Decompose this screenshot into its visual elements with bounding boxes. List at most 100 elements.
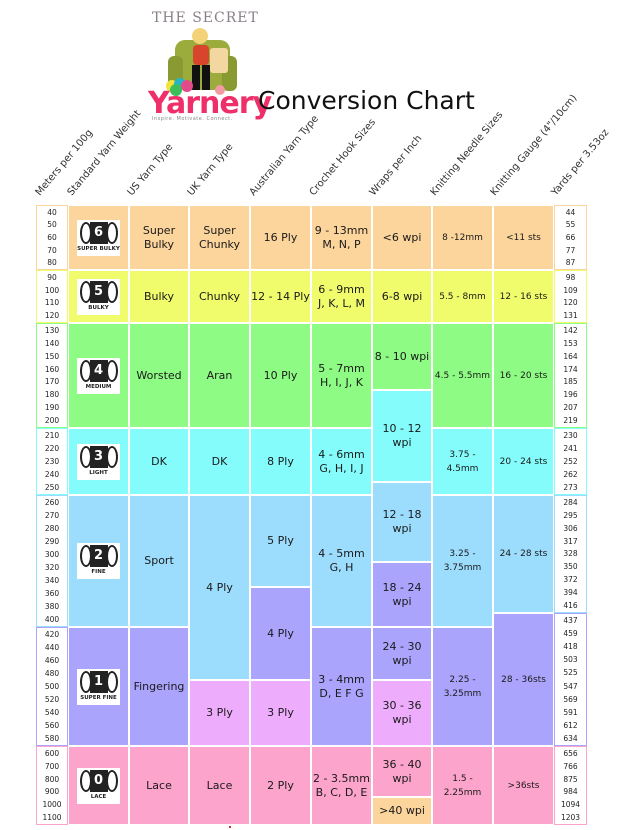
au-yarn-type: 3 Ply <box>250 680 311 746</box>
uk-yarn-type-text: 4 Ply <box>206 580 233 594</box>
weight-number: 3 <box>89 445 108 468</box>
yards-list-value: 350 <box>563 562 578 572</box>
knitting-gauge: 12 - 16 sts <box>493 270 554 323</box>
wpi-cell-text: 10 - 12 wpi <box>382 422 422 449</box>
meters-list-value: 200 <box>44 416 60 426</box>
yarn-weight-symbol-icon: 2 FINE <box>77 543 120 579</box>
meters-list-value: 110 <box>44 298 60 308</box>
meters-list-value: 230 <box>44 457 60 466</box>
meters-list-value: 50 <box>47 220 57 230</box>
meters-list-value: 800 <box>44 774 60 784</box>
meters-list: 420 440 460 480 500 520 540 560 580 <box>36 627 68 746</box>
au-yarn-type: 2 Ply <box>250 746 311 825</box>
yards-list-value: 437 <box>563 616 578 626</box>
yarn-weight-cell: 4 MEDIUM <box>68 323 129 428</box>
wpi-cell: 8 - 10 wpi <box>372 323 432 390</box>
meters-list-value: 250 <box>44 483 60 492</box>
wpi-cell: 6-8 wpi <box>372 270 432 323</box>
au-yarn-type-text: 3 Ply <box>267 706 294 719</box>
yards-list-value: 418 <box>563 642 578 652</box>
us-yarn-type-text: Fingering <box>133 679 185 693</box>
yards-list-value: 569 <box>563 694 578 704</box>
meters-list-value: 1100 <box>42 813 62 823</box>
yards-list-value: 984 <box>563 787 578 797</box>
yards-list-value: 131 <box>563 311 578 321</box>
crochet-hook-cell: 4 - 6mm G, H, I, J <box>311 428 372 495</box>
us-yarn-type-text: Worsted <box>136 368 182 382</box>
uk-yarn-type: 3 Ply <box>189 680 250 746</box>
knitting-gauge: <11 sts <box>493 205 554 270</box>
hook-size: 4 - 6mm <box>318 447 365 461</box>
yards-list: 98 109 120 131 <box>554 270 587 323</box>
wpi-cell: 36 - 40 wpi <box>372 746 432 797</box>
au-yarn-type: 12 - 14 Ply <box>250 270 311 323</box>
meters-list-value: 380 <box>44 602 60 611</box>
us-yarn-type-text: Lace <box>146 778 172 792</box>
weight-label: LACE <box>90 793 107 800</box>
meters-list-value: 130 <box>44 325 60 335</box>
crochet-hook-cell: 2 - 3.5mm B, C, D, E <box>311 746 372 825</box>
yards-list-value: 328 <box>563 549 578 559</box>
meters-list-value: 360 <box>44 589 60 598</box>
meters-list-value: 700 <box>44 761 60 771</box>
au-yarn-type: 5 Ply <box>250 495 311 587</box>
au-yarn-type-text: 4 Ply <box>267 626 294 640</box>
knitting-gauge: 24 - 28 sts <box>493 495 554 613</box>
yards-list-value: 766 <box>563 761 578 771</box>
meters-list-value: 170 <box>44 377 60 387</box>
uk-yarn-type: DK <box>189 428 250 495</box>
yards-list-value: 394 <box>563 588 578 598</box>
yards-list-value: 207 <box>563 403 578 413</box>
yards-list-value: 317 <box>563 536 578 546</box>
needle-size: 3.75 - 4.5mm <box>432 428 493 495</box>
meters-list-value: 90 <box>47 272 57 282</box>
yards-list-value: 503 <box>563 655 578 665</box>
crochet-hook-cell: 5 - 7mm H, I, J, K <box>311 323 372 428</box>
wpi-cell: 18 - 24 wpi <box>372 562 432 627</box>
meters-list: 40 50 60 70 80 <box>36 205 68 270</box>
needle-size: 1.5 - 2.25mm <box>432 746 493 825</box>
meters-list-value: 600 <box>44 748 60 758</box>
us-yarn-type: Sport <box>129 495 189 627</box>
wpi-cell-text: 12 - 18 wpi <box>382 508 422 535</box>
meters-list-value: 400 <box>44 615 60 624</box>
us-yarn-type-text: Sport <box>144 554 174 567</box>
au-yarn-type: 8 Ply <box>250 428 311 495</box>
column-header-wpi: Wraps per Inch <box>367 133 425 198</box>
meters-list: 130 140 150 160 170 180 190 200 <box>36 323 68 428</box>
yarn-weight-symbol-icon: 6 SUPER BULKY <box>77 219 120 256</box>
yards-list-value: 55 <box>565 220 576 230</box>
wpi-cell: >40 wpi <box>372 797 432 825</box>
meters-list-value: 560 <box>44 721 60 730</box>
wpi-cell: 24 - 30 wpi <box>372 627 432 680</box>
weight-label: LIGHT <box>89 469 108 476</box>
au-yarn-type: 16 Ply <box>250 205 311 270</box>
meters-list-value: 260 <box>44 498 60 507</box>
uk-yarn-type: Lace <box>189 746 250 825</box>
knitting-gauge-text: 28 - 36sts <box>501 674 546 685</box>
meters-list-value: 340 <box>44 576 60 585</box>
au-yarn-type-text: 10 Ply <box>263 368 298 382</box>
hook-size: 4 - 5mm <box>318 547 365 560</box>
yarn-weight-cell: 3 LIGHT <box>68 428 129 495</box>
yards-list-value: 219 <box>563 416 578 426</box>
hook-letters: G, H, I, J <box>319 461 364 475</box>
meters-list-value: 190 <box>44 403 60 413</box>
crochet-hook-cell: 3 - 4mm D, E F G <box>311 627 372 746</box>
meters-list-value: 150 <box>44 351 60 361</box>
yarn-skein-icon: 2 <box>79 543 119 567</box>
yarn-weight-symbol-icon: 3 LIGHT <box>77 443 120 480</box>
us-yarn-type: Worsted <box>129 323 189 428</box>
meters-list-value: 270 <box>44 511 60 520</box>
yards-list-value: 109 <box>563 285 578 295</box>
hook-size: 3 - 4mm <box>318 672 365 686</box>
hook-letters: J, K, L, M <box>317 296 366 310</box>
uk-yarn-type: Super Chunky <box>189 205 250 270</box>
wpi-cell-text: >40 wpi <box>379 804 425 817</box>
meters-list-value: 80 <box>47 258 57 268</box>
column-header-uk: UK Yarn Type <box>185 141 236 198</box>
meters-list-value: 100 <box>44 285 60 295</box>
knitting-gauge-text: 20 - 24 sts <box>499 456 548 467</box>
au-yarn-type-text: 12 - 14 Ply <box>251 289 310 303</box>
uk-yarn-type-text: Aran <box>206 368 233 382</box>
